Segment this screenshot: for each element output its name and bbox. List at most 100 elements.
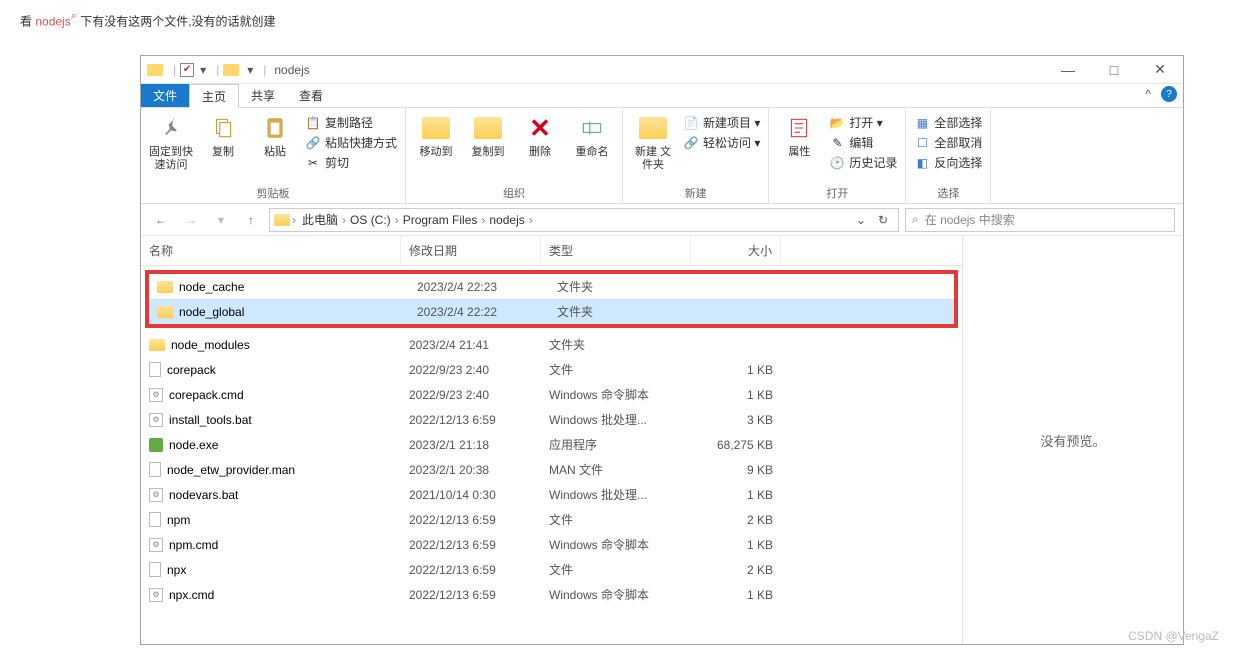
breadcrumb-item[interactable]: nodejs <box>485 213 528 227</box>
cmd-icon: ⚙ <box>149 488 163 502</box>
folder-icon <box>274 214 290 226</box>
file-row[interactable]: corepack2022/9/23 2:40文件1 KB <box>141 357 962 382</box>
properties-button[interactable]: 属性 <box>777 112 821 159</box>
file-list[interactable]: 名称 修改日期 类型 大小 node_cache2023/2/4 22:23文件… <box>141 236 963 644</box>
breadcrumb-item[interactable]: OS (C:) <box>346 213 395 227</box>
breadcrumb[interactable]: › 此电脑›OS (C:)›Program Files›nodejs› ⌄ ↻ <box>269 208 899 232</box>
copy-button[interactable]: 复制 <box>201 112 245 159</box>
folder-icon <box>149 339 165 351</box>
file-row[interactable]: ⚙npm.cmd2022/12/13 6:59Windows 命令脚本1 KB <box>141 532 962 557</box>
address-dropdown-icon[interactable]: ⌄ <box>850 209 872 231</box>
file-row[interactable]: node_etw_provider.man2023/2/1 20:38MAN 文… <box>141 457 962 482</box>
collapse-ribbon-icon[interactable]: ^ <box>1145 87 1151 101</box>
intro-highlight: nodejs <box>35 14 70 28</box>
window-title: nodejs <box>274 63 309 77</box>
delete-button[interactable]: ✕删除 <box>518 112 562 159</box>
col-type[interactable]: 类型 <box>541 236 691 265</box>
pin-button[interactable]: 固定到快 速访问 <box>149 112 193 172</box>
watermark: CSDN @VengaZ <box>1128 629 1219 643</box>
tab-view[interactable]: 查看 <box>287 84 335 107</box>
qat-dropdown-icon[interactable]: ▾ <box>245 63 255 77</box>
help-icon[interactable]: ? <box>1161 86 1177 102</box>
rename-button[interactable]: 重命名 <box>570 112 614 159</box>
nav-back-icon[interactable]: ← <box>149 208 173 232</box>
newfolder-button[interactable]: 新建 文件夹 <box>631 112 675 172</box>
file-row[interactable]: npx2022/12/13 6:59文件2 KB <box>141 557 962 582</box>
tab-share[interactable]: 共享 <box>239 84 287 107</box>
breadcrumb-item[interactable]: Program Files <box>399 213 482 227</box>
minimize-button[interactable]: — <box>1045 56 1091 84</box>
col-size[interactable]: 大小 <box>691 236 781 265</box>
cut-button[interactable]: ✂剪切 <box>305 154 397 171</box>
selectinvert-button[interactable]: ◧反向选择 <box>914 154 982 171</box>
file-icon <box>149 462 161 477</box>
qat-sep: | <box>173 63 176 77</box>
open-button[interactable]: 📂打开 ▾ <box>829 114 897 131</box>
folder-icon <box>147 64 163 76</box>
col-date[interactable]: 修改日期 <box>401 236 541 265</box>
search-input[interactable]: ⌕ 在 nodejs 中搜索 <box>905 208 1175 232</box>
col-name[interactable]: 名称 <box>141 236 401 265</box>
file-row[interactable]: ⚙install_tools.bat2022/12/13 6:59Windows… <box>141 407 962 432</box>
nav-up-icon[interactable]: ↑ <box>239 208 263 232</box>
file-row[interactable]: node.exe2023/2/1 21:18应用程序68,275 KB <box>141 432 962 457</box>
paste-shortcut-button[interactable]: 🔗粘贴快捷方式 <box>305 134 397 151</box>
cmd-icon: ⚙ <box>149 588 163 602</box>
tab-file[interactable]: 文件 <box>141 84 189 107</box>
file-name: node_cache <box>179 280 244 294</box>
explorer-window: | ✔ ▾ | ▾ | nodejs — □ ✕ 文件 主页 共享 查看 ^ ?… <box>140 55 1184 645</box>
cmd-icon: ⚙ <box>149 413 163 427</box>
file-row[interactable]: ⚙npx.cmd2022/12/13 6:59Windows 命令脚本1 KB <box>141 582 962 607</box>
file-name: npx <box>167 563 186 577</box>
file-name: node_modules <box>171 338 250 352</box>
file-name: npm <box>167 513 190 527</box>
selectnone-button[interactable]: ☐全部取消 <box>914 134 982 151</box>
breadcrumb-item[interactable]: 此电脑 <box>298 213 342 227</box>
file-name: npm.cmd <box>169 538 218 552</box>
folder-icon <box>157 306 173 318</box>
tab-home[interactable]: 主页 <box>189 84 239 108</box>
file-name: corepack.cmd <box>169 388 244 402</box>
moveto-button[interactable]: 移动到 <box>414 112 458 159</box>
exe-icon <box>149 438 163 452</box>
file-row[interactable]: node_modules2023/2/4 21:41文件夹 <box>141 332 962 357</box>
file-icon <box>149 562 161 577</box>
nav-recent-icon[interactable]: ▾ <box>209 208 233 232</box>
file-name: node_etw_provider.man <box>167 463 295 477</box>
file-row[interactable]: npm2022/12/13 6:59文件2 KB <box>141 507 962 532</box>
easyaccess-button[interactable]: 🔗轻松访问 ▾ <box>683 134 760 151</box>
file-row[interactable]: node_global2023/2/4 22:22文件夹 <box>149 299 954 324</box>
qat-check-icon[interactable]: ✔ <box>180 63 194 77</box>
cmd-icon: ⚙ <box>149 538 163 552</box>
edit-button[interactable]: ✎编辑 <box>829 134 897 151</box>
preview-pane: 没有预览。 <box>963 236 1183 644</box>
nav-forward-icon[interactable]: → <box>179 208 203 232</box>
maximize-button[interactable]: □ <box>1091 56 1137 84</box>
file-icon <box>149 512 161 527</box>
refresh-icon[interactable]: ↻ <box>872 209 894 231</box>
file-name: nodevars.bat <box>169 488 238 502</box>
file-row[interactable]: ⚙nodevars.bat2021/10/14 0:30Windows 批处理.… <box>141 482 962 507</box>
menubar: 文件 主页 共享 查看 ^ ? <box>141 84 1183 108</box>
close-button[interactable]: ✕ <box>1137 56 1183 84</box>
history-button[interactable]: 🕑历史记录 <box>829 154 897 171</box>
column-headers[interactable]: 名称 修改日期 类型 大小 <box>141 236 962 266</box>
file-name: npx.cmd <box>169 588 214 602</box>
newitem-button[interactable]: 📄新建项目 ▾ <box>683 114 760 131</box>
paste-button[interactable]: 粘贴 <box>253 112 297 159</box>
file-name: install_tools.bat <box>169 413 252 427</box>
ribbon: 固定到快 速访问 复制 粘贴 📋复制路径 🔗粘贴快捷方式 ✂剪切 剪贴板 <box>141 108 1183 204</box>
search-icon: ⌕ <box>912 212 919 227</box>
file-row[interactable]: ⚙corepack.cmd2022/9/23 2:40Windows 命令脚本1… <box>141 382 962 407</box>
titlebar[interactable]: | ✔ ▾ | ▾ | nodejs — □ ✕ <box>141 56 1183 84</box>
copypath-button[interactable]: 📋复制路径 <box>305 114 397 131</box>
file-name: node_global <box>179 305 244 319</box>
selectall-button[interactable]: ▦全部选择 <box>914 114 982 131</box>
file-name: corepack <box>167 363 216 377</box>
intro-text: 看 nodejs⌕ 下有没有这两个文件,没有的话就创建 <box>0 0 1239 40</box>
copyto-button[interactable]: 复制到 <box>466 112 510 159</box>
file-row[interactable]: node_cache2023/2/4 22:23文件夹 <box>149 274 954 299</box>
qat-dropdown-icon[interactable]: ▾ <box>198 63 208 77</box>
folder-icon <box>157 281 173 293</box>
folder-icon <box>223 64 239 76</box>
